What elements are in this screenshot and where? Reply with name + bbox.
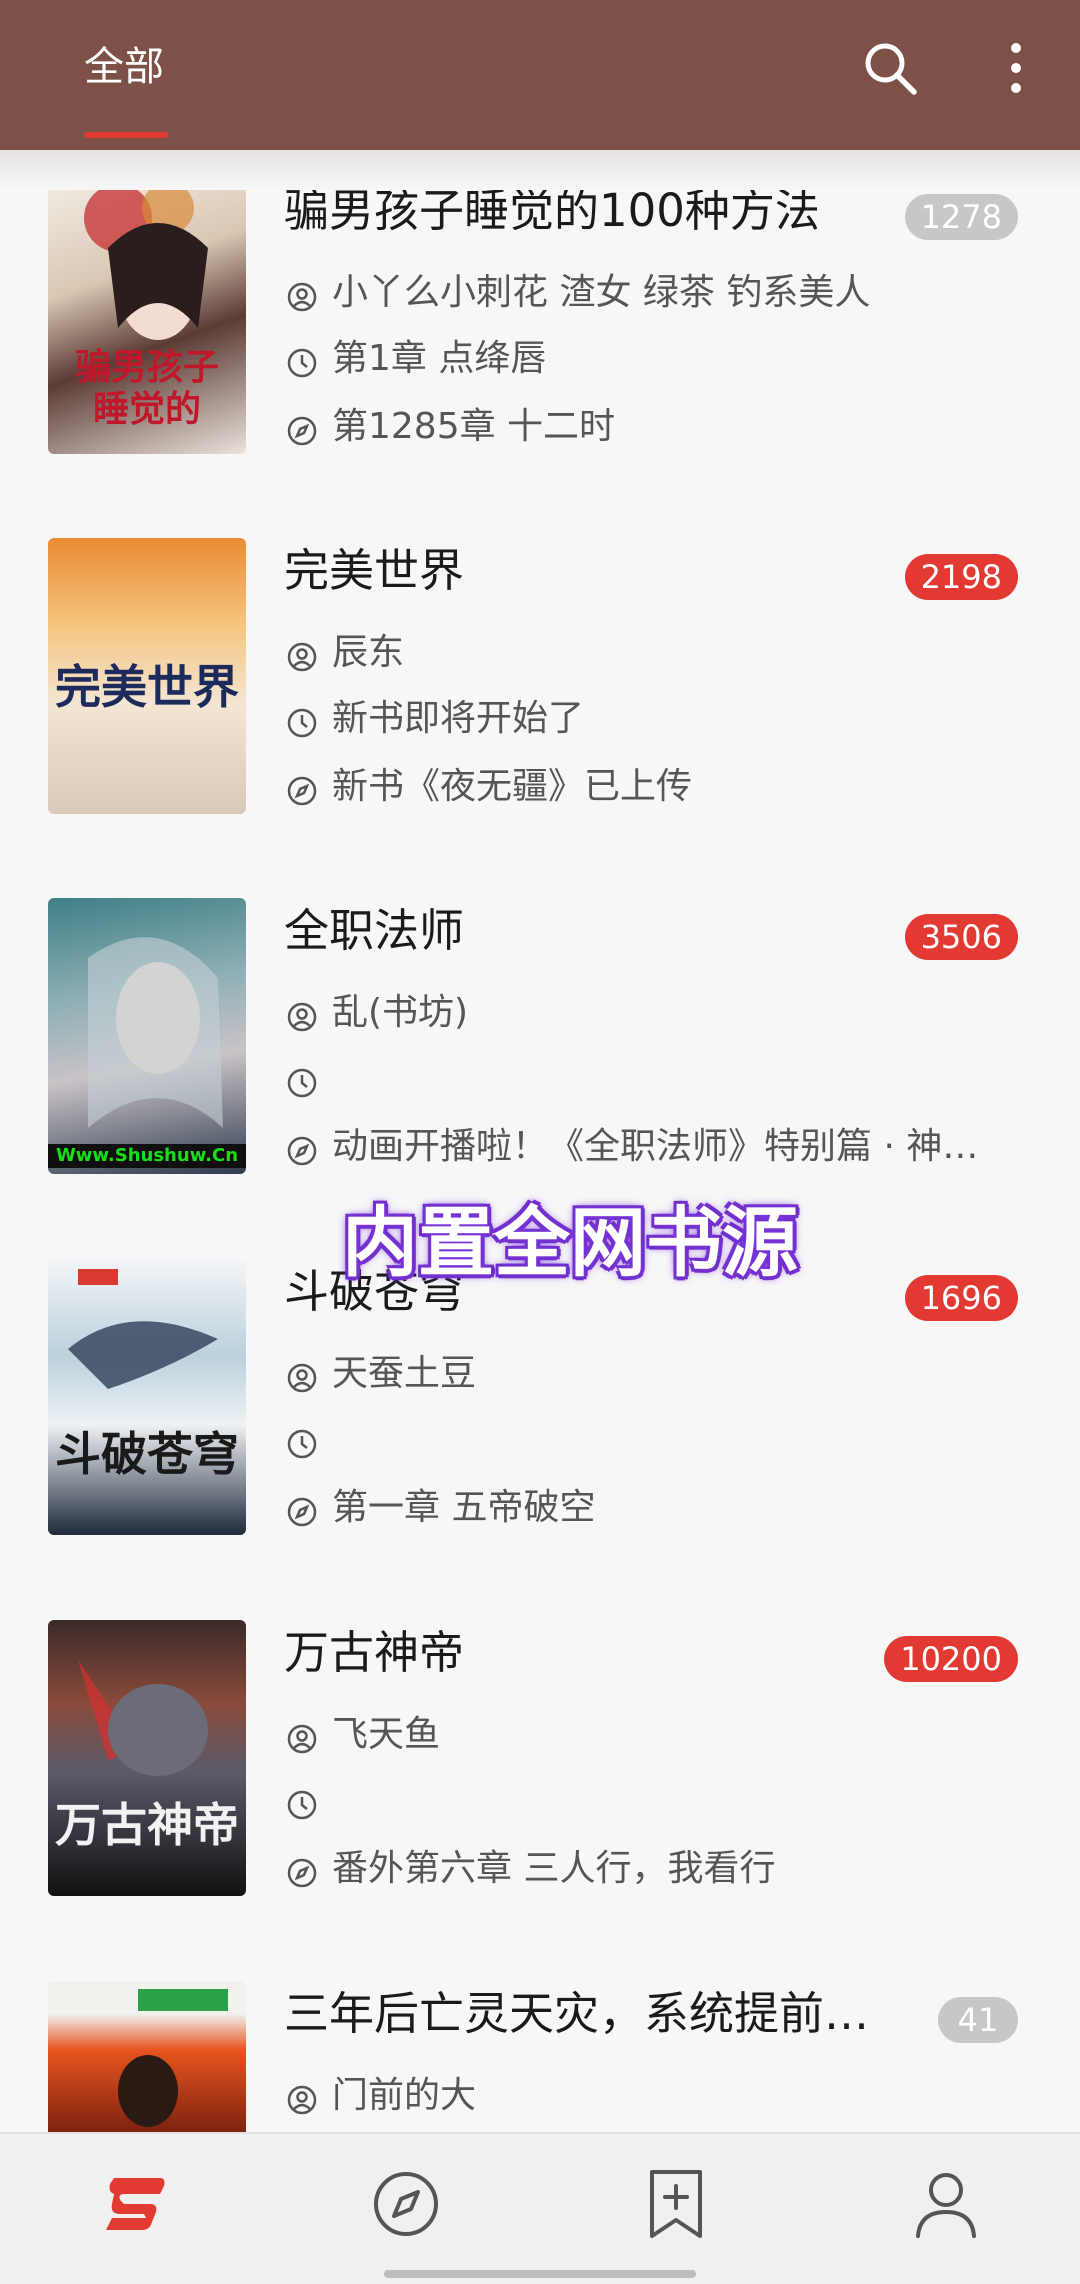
clock-icon bbox=[287, 1429, 317, 1459]
top-app-bar: 全部 bbox=[0, 0, 1080, 150]
book-title: 全职法师 bbox=[284, 904, 465, 957]
book-author: 门前的大 bbox=[284, 2071, 1044, 2121]
book-latest-chapter: 番外第六章 三人行，我看行 bbox=[284, 1844, 1044, 1894]
search-icon[interactable] bbox=[858, 36, 922, 100]
book-cover: 斗破苍穹 bbox=[48, 1259, 246, 1535]
book-title: 三年后亡灵天灾，系统提前… bbox=[284, 1987, 870, 2040]
home-indicator bbox=[384, 2270, 696, 2278]
book-author: 天蚕土豆 bbox=[284, 1349, 1044, 1399]
author-icon bbox=[287, 2085, 317, 2115]
bookmark-add-icon[interactable] bbox=[636, 2164, 716, 2244]
cover-title-art: 斗破苍穹 bbox=[55, 1427, 239, 1481]
book-title: 万古神帝 bbox=[284, 1626, 465, 1679]
compass-icon bbox=[287, 776, 317, 806]
book-item[interactable]: 骗男孩子睡觉的 骗男孩子睡觉的100种方法 1278 小丫么小刺花 渣女 绿茶 … bbox=[0, 178, 1080, 478]
unread-count-badge: 1696 bbox=[904, 1275, 1018, 1321]
compass-icon bbox=[287, 1136, 317, 1166]
book-cover: 完美世界 bbox=[48, 538, 246, 814]
clock-icon bbox=[287, 348, 317, 378]
book-cover bbox=[48, 1981, 246, 2132]
book-latest-chapter: 动画开播啦！《全职法师》特别篇 · 神… bbox=[284, 1122, 1044, 1172]
cover-title-art: 万古神帝 bbox=[55, 1798, 239, 1852]
book-author: 飞天鱼 bbox=[284, 1710, 1044, 1760]
author-icon bbox=[287, 1363, 317, 1393]
cover-title-art: 完美世界 bbox=[55, 660, 239, 714]
promo-banner-text: 内置全网书源 bbox=[342, 1198, 798, 1287]
unread-count-badge: 3506 bbox=[904, 914, 1018, 960]
book-last-read: 第1章 点绛唇 bbox=[284, 334, 1044, 384]
author-icon bbox=[287, 282, 317, 312]
book-item[interactable]: 三年后亡灵天灾，系统提前… 41 门前的大 bbox=[0, 1981, 1080, 2132]
book-author: 乱(书坊) bbox=[284, 988, 1044, 1038]
compass-icon bbox=[287, 1497, 317, 1527]
author-icon bbox=[287, 1002, 317, 1032]
book-last-read bbox=[284, 1415, 1044, 1465]
cover-title-art: 骗男孩子睡觉的 bbox=[74, 346, 219, 430]
author-icon bbox=[287, 642, 317, 672]
book-author: 小丫么小刺花 渣女 绿茶 钓系美人 bbox=[284, 268, 1044, 318]
book-latest-chapter: 新书《夜无疆》已上传 bbox=[284, 762, 1044, 812]
cover-title-art: Www.Shushuw.Cn bbox=[48, 1144, 246, 1168]
book-cover: 骗男孩子睡觉的 bbox=[48, 178, 246, 454]
unread-count-badge: 41 bbox=[938, 1997, 1018, 2043]
book-cover: Www.Shushuw.Cn bbox=[48, 898, 246, 1174]
book-item[interactable]: Www.Shushuw.Cn 全职法师 3506 乱(书坊) 动画开播啦！《全职… bbox=[0, 898, 1080, 1198]
unread-count-badge: 2198 bbox=[904, 554, 1018, 600]
book-item[interactable]: 万古神帝 万古神帝 10200 飞天鱼 番外第六章 三人行，我看行 bbox=[0, 1620, 1080, 1920]
author-icon bbox=[287, 1724, 317, 1754]
book-item[interactable]: 完美世界 完美世界 2198 辰东 新书即将开始了 新书《夜无疆》已上传 bbox=[0, 538, 1080, 838]
clock-icon bbox=[287, 1068, 317, 1098]
more-vertical-icon[interactable] bbox=[996, 36, 1036, 100]
top-bar-shadow bbox=[0, 150, 1080, 190]
book-latest-chapter: 第1285章 十二时 bbox=[284, 402, 1044, 452]
compass-icon bbox=[287, 416, 317, 446]
bottom-navigation bbox=[0, 2132, 1080, 2284]
clock-icon bbox=[287, 1790, 317, 1820]
book-author: 辰东 bbox=[284, 628, 1044, 678]
book-last-read: 新书即将开始了 bbox=[284, 694, 1044, 744]
bookshelf-icon[interactable] bbox=[96, 2164, 176, 2244]
clock-icon bbox=[287, 708, 317, 738]
book-last-read bbox=[284, 1054, 1044, 1104]
compass-icon[interactable] bbox=[366, 2164, 446, 2244]
book-latest-chapter: 第一章 五帝破空 bbox=[284, 1483, 1044, 1533]
book-last-read bbox=[284, 1776, 1044, 1826]
book-title: 完美世界 bbox=[284, 544, 465, 597]
person-icon[interactable] bbox=[906, 2164, 986, 2244]
unread-count-badge: 10200 bbox=[884, 1636, 1018, 1682]
active-tab-indicator bbox=[84, 132, 168, 138]
tab-all[interactable]: 全部 bbox=[84, 42, 164, 92]
unread-count-badge: 1278 bbox=[904, 194, 1018, 240]
compass-icon bbox=[287, 1858, 317, 1888]
book-cover: 万古神帝 bbox=[48, 1620, 246, 1896]
bookshelf-list[interactable]: 骗男孩子睡觉的 骗男孩子睡觉的100种方法 1278 小丫么小刺花 渣女 绿茶 … bbox=[0, 0, 1080, 2132]
